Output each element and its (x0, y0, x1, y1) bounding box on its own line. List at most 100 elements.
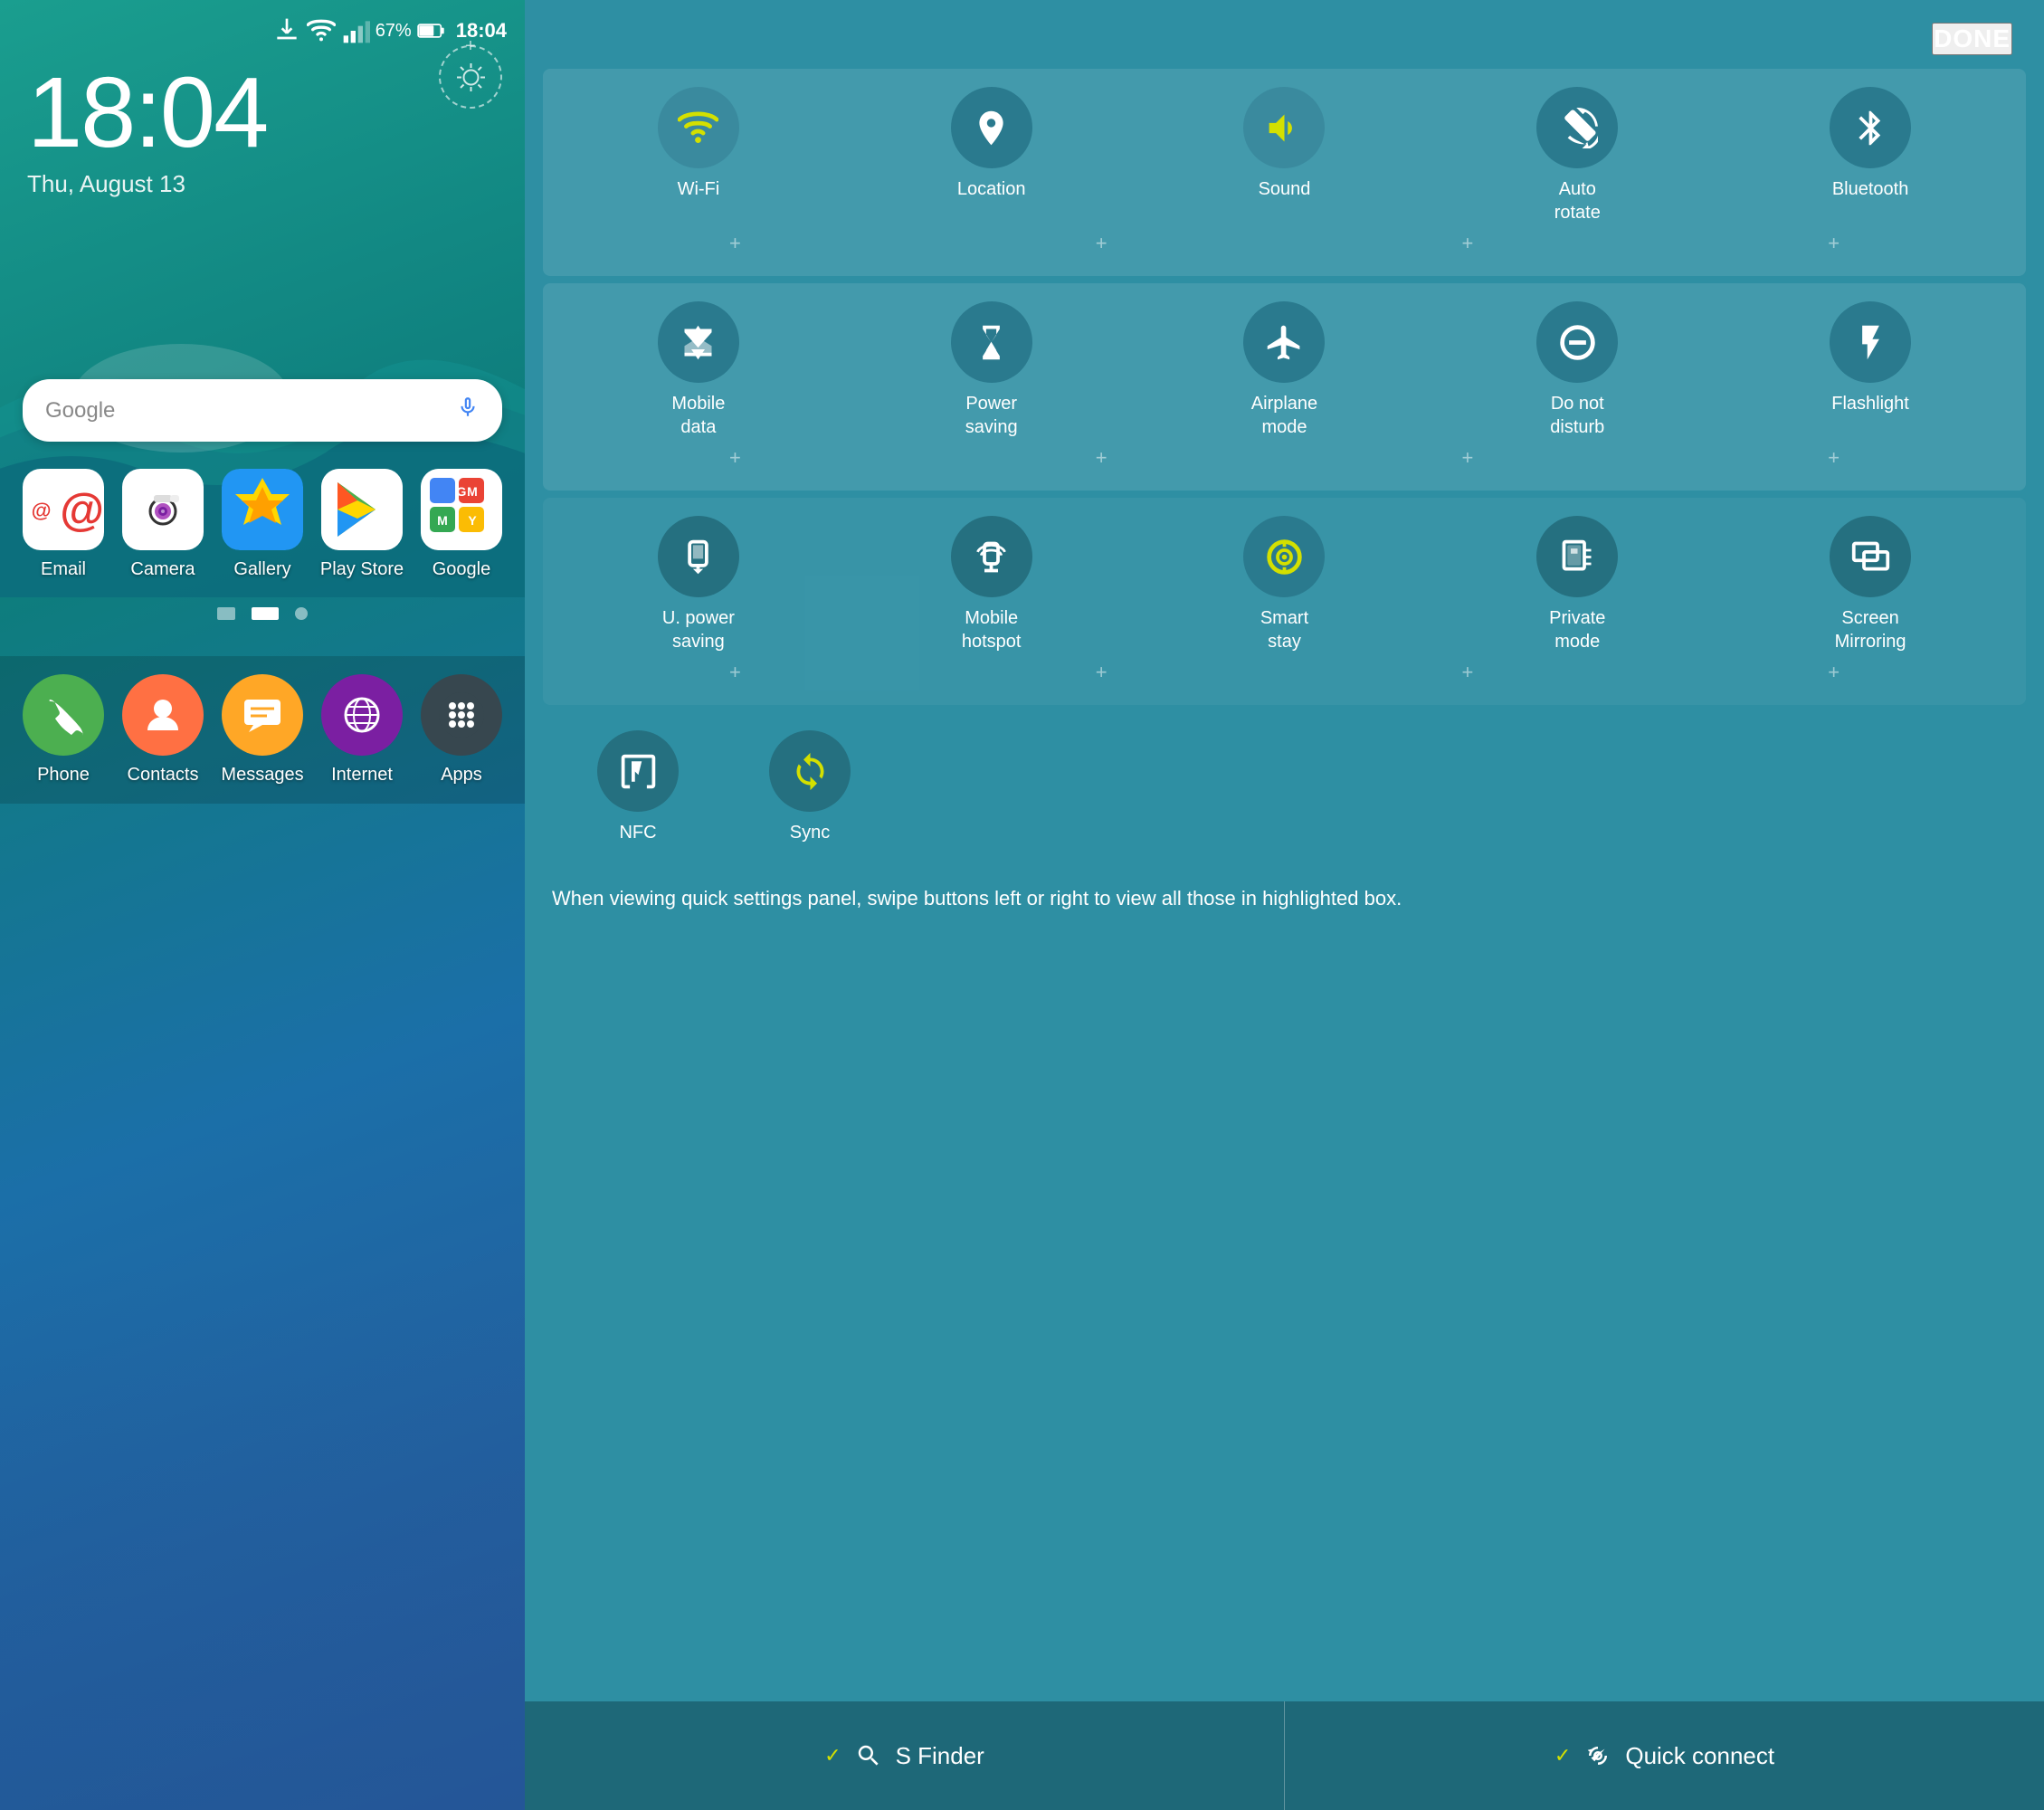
qs-privatemode[interactable]: Privatemode (1509, 516, 1645, 653)
qs-powersaving[interactable]: Powersaving (924, 301, 1060, 439)
autorotate-qs-icon (1557, 108, 1598, 148)
autorotate-label: Autorotate (1554, 177, 1601, 224)
qs-airplanemode[interactable]: Airplanemode (1216, 301, 1352, 439)
app-gallery[interactable]: Gallery (220, 469, 306, 580)
apps-app-icon (439, 692, 484, 738)
app-email[interactable]: @ Email (21, 469, 107, 580)
app-playstore[interactable]: Play Store (319, 469, 405, 580)
sfinder-label: S Finder (896, 1742, 984, 1770)
contacts-label: Contacts (128, 765, 199, 786)
bottom-bar: ✓ S Finder ✓ Quick connect (525, 1701, 2044, 1810)
app-row: @ Email Camera (0, 469, 525, 580)
sfinder-check-icon: ✓ (824, 1744, 841, 1767)
dock-apps[interactable]: Apps (419, 674, 505, 786)
powersaving-label: Powersaving (965, 392, 1018, 439)
donotdisturb-circle (1536, 301, 1618, 383)
flashlight-circle (1830, 301, 1911, 383)
playstore-icon (321, 469, 403, 550)
email-label: Email (41, 559, 86, 580)
dock-phone[interactable]: Phone (21, 674, 107, 786)
qs-row3: U. powersaving Mobilehotspot (552, 516, 2017, 653)
qs-mobiledata[interactable]: Mobiledata (631, 301, 766, 439)
quickconnect-button[interactable]: ✓ Quick connect (1285, 1701, 2044, 1810)
page-dot-3 (295, 607, 308, 620)
search-icon (855, 1742, 882, 1769)
svg-text:@: @ (32, 499, 52, 521)
plus-6: + (1096, 446, 1108, 470)
page-dot-1 (217, 607, 235, 620)
autorotate-circle (1536, 87, 1618, 168)
clock-time: 18:04 (27, 63, 498, 163)
mobilehotspot-label: Mobilehotspot (962, 606, 1022, 653)
quickconnect-check-icon: ✓ (1554, 1744, 1571, 1767)
qs-donotdisturb[interactable]: Do notdisturb (1509, 301, 1645, 439)
app-camera[interactable]: Camera (120, 469, 206, 580)
smartstay-circle (1243, 516, 1325, 597)
qs-row4-section: NFC Sync (543, 712, 2026, 858)
qs-sync[interactable]: Sync (742, 730, 878, 844)
sync-label: Sync (790, 821, 830, 844)
qs-flashlight[interactable]: Flashlight (1802, 301, 1938, 415)
messages-icon (222, 674, 303, 756)
qs-divider-row3: + + + + (552, 653, 2017, 691)
qs-sound[interactable]: Sound (1216, 87, 1352, 201)
qs-upowersaving[interactable]: U. powersaving (631, 516, 766, 653)
plus-5: + (729, 446, 741, 470)
phone-icon (23, 674, 104, 756)
search-bar[interactable]: Google (23, 379, 502, 442)
camera-app-icon (136, 482, 190, 537)
gallery-icon (222, 469, 303, 550)
messages-app-icon (240, 692, 285, 738)
location-circle (951, 87, 1032, 168)
qs-wifi[interactable]: Wi-Fi (631, 87, 766, 201)
upowersaving-circle (658, 516, 739, 597)
wifi-label: Wi-Fi (678, 177, 720, 201)
connect-icon (1584, 1742, 1611, 1769)
location-qs-icon (971, 108, 1012, 148)
plus-11: + (1461, 661, 1473, 684)
wifi-status-icon (307, 16, 336, 45)
plus-9: + (729, 661, 741, 684)
page-dot-2 (252, 607, 279, 620)
svg-text:M: M (467, 484, 478, 499)
dock-internet[interactable]: Internet (319, 674, 405, 786)
qs-autorotate[interactable]: Autorotate (1509, 87, 1645, 224)
qs-smartstay[interactable]: Smartstay (1216, 516, 1352, 653)
done-button[interactable]: DONE (1932, 23, 2012, 55)
mic-icon[interactable] (456, 395, 480, 425)
mobiledata-qs-icon (678, 322, 718, 363)
dock: Phone Contacts Messages (0, 656, 525, 804)
screenmirroring-label: ScreenMirroring (1835, 606, 1906, 653)
qs-bluetooth[interactable]: Bluetooth (1802, 87, 1938, 201)
sfinder-button[interactable]: ✓ S Finder (525, 1701, 1285, 1810)
contacts-icon (122, 674, 204, 756)
plus-10: + (1096, 661, 1108, 684)
quick-settings-panel: DONE Wi-Fi Location (525, 0, 2044, 1810)
mobiledata-label: Mobiledata (671, 392, 725, 439)
dock-contacts[interactable]: Contacts (120, 674, 206, 786)
dock-messages[interactable]: Messages (220, 674, 306, 786)
upowersaving-label: U. powersaving (662, 606, 735, 653)
camera-icon (122, 469, 204, 550)
page-indicators (0, 607, 525, 620)
qs-screenmirroring[interactable]: ScreenMirroring (1802, 516, 1938, 653)
smartstay-qs-icon (1264, 537, 1305, 577)
upowersaving-qs-icon (678, 537, 718, 577)
home-screen: 67% 18:04 18 (0, 0, 525, 1810)
svg-text:Y: Y (468, 513, 477, 528)
camera-label: Camera (130, 559, 195, 580)
app-google[interactable]: G M M Y Google (419, 469, 505, 580)
qs-mobilehotspot[interactable]: Mobilehotspot (924, 516, 1060, 653)
qs-nfc[interactable]: NFC (570, 730, 706, 844)
plus-2: + (1096, 232, 1108, 255)
svg-text:G: G (457, 484, 467, 499)
qs-location[interactable]: Location (924, 87, 1060, 201)
qs-divider-row2: + + + + (552, 439, 2017, 477)
apps-icon (421, 674, 502, 756)
qs-row1-section: Wi-Fi Location Sound (543, 69, 2026, 276)
donotdisturb-label: Do notdisturb (1550, 392, 1604, 439)
location-label: Location (957, 177, 1026, 201)
privatemode-circle (1536, 516, 1618, 597)
clock-area: 18:04 Thu, August 13 (0, 54, 525, 216)
plus-1: + (729, 232, 741, 255)
